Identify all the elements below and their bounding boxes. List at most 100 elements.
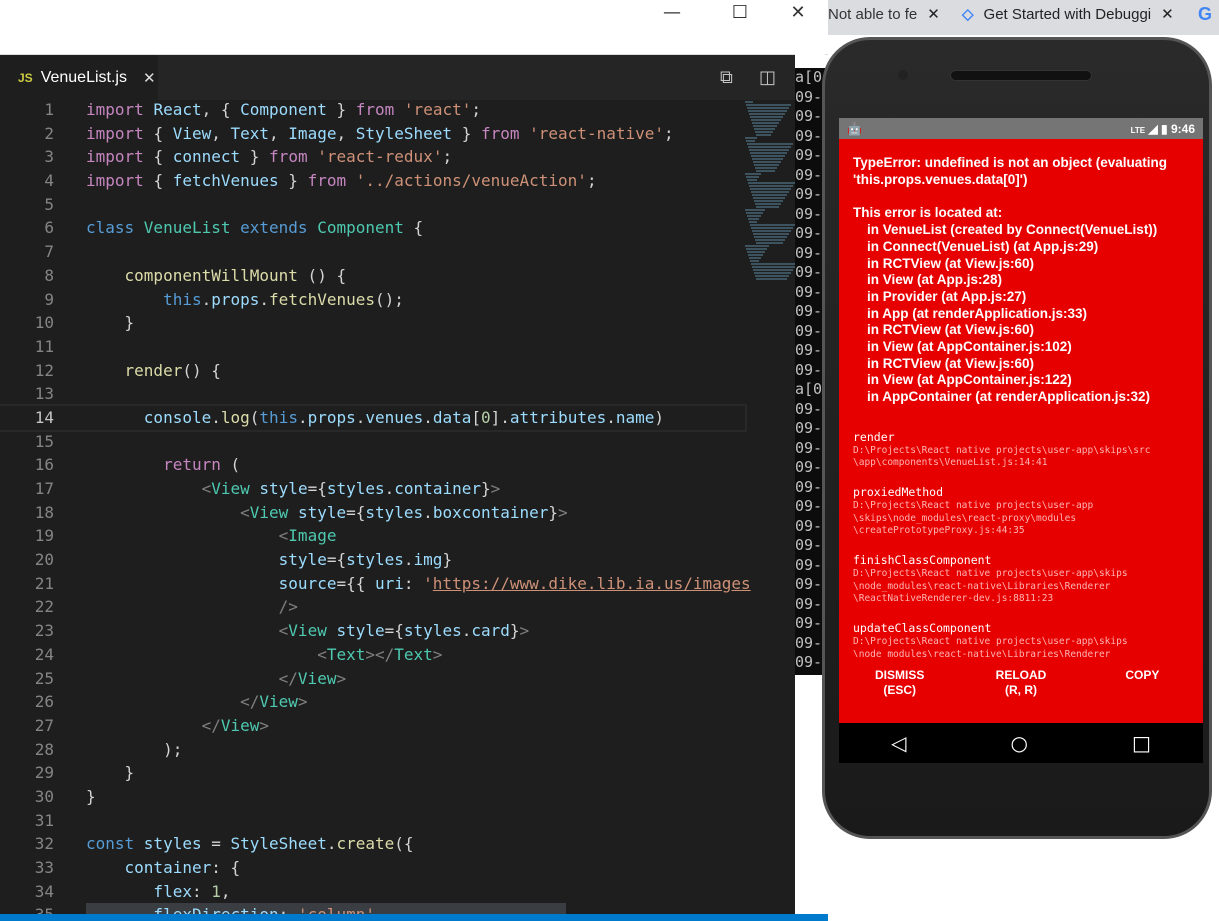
line-number: 12 — [34, 360, 54, 380]
code-token: ; — [471, 100, 481, 119]
code-token: </ — [86, 692, 260, 712]
code-line[interactable]: 24 <Text></Text> — [0, 643, 745, 667]
code-line[interactable]: 32 const styles = StyleSheet.create({ — [0, 832, 745, 856]
android-emulator: 🤖 LTE ◢ ▮ 9:46 TypeError: undefined is n… — [822, 37, 1212, 839]
code-line[interactable]: 17 <View style={styles.container}> — [0, 477, 745, 501]
code-line[interactable]: 30} — [0, 785, 745, 809]
code-line[interactable]: 18 <View style={styles.boxcontainer}> — [0, 501, 745, 525]
code-token: props — [307, 407, 356, 427]
code-line[interactable]: 1 import React, { Component } from 'react… — [0, 98, 745, 122]
code-line[interactable]: 28 ); — [0, 738, 745, 762]
android-status-bar: 🤖 LTE ◢ ▮ 9:46 — [839, 118, 1203, 139]
tab-venuelist[interactable]: JS VenueList.js ✕ — [0, 55, 158, 100]
code-token: View — [259, 692, 298, 712]
code-token: Component — [317, 218, 414, 238]
code-token: . — [403, 550, 414, 570]
minimap-line — [755, 239, 785, 241]
code-line[interactable]: 10 } — [0, 311, 745, 335]
code-line[interactable]: 16 return ( — [0, 453, 745, 477]
code-token: attributes — [509, 407, 607, 427]
code-line[interactable]: 6 class VenueList extends Component { — [0, 216, 745, 240]
stack-trace[interactable]: render D:\Projects\React native projects\… — [839, 430, 1203, 657]
reload-button[interactable]: RELOAD (R, R) — [960, 668, 1081, 698]
code-line[interactable]: 14 console.log(this.props.venues.data[0]… — [0, 403, 747, 432]
code-line[interactable]: 25 </View> — [0, 667, 745, 691]
maximize-button[interactable]: ☐ — [720, 2, 760, 23]
code-token: style — [336, 621, 385, 641]
code-area[interactable]: 1 import React, { Component } from 'react… — [0, 98, 751, 921]
line-number: 14 — [34, 407, 54, 427]
code-token: , — [269, 123, 289, 143]
minimap-line — [750, 188, 791, 190]
minimap-line — [748, 110, 787, 112]
code-token: } — [509, 621, 520, 641]
code-line[interactable]: 9 this.props.fetchVenues(); — [0, 288, 745, 312]
code-token: connect — [172, 147, 241, 167]
code-line[interactable]: 8 componentWillMount () { — [0, 264, 745, 288]
minimize-button[interactable]: — — [652, 2, 692, 23]
code-text: } — [86, 761, 135, 785]
code-line[interactable]: 19 <Image — [0, 524, 745, 548]
stack-frame[interactable]: updateClassComponent D:\Projects\React na… — [853, 621, 1189, 657]
code-line[interactable]: 22 /> — [0, 595, 745, 619]
code-token: ) — [654, 407, 665, 427]
recents-icon[interactable]: □ — [1132, 731, 1151, 755]
google-icon[interactable]: G — [1198, 0, 1212, 28]
code-token: source — [86, 573, 337, 593]
stack-frame[interactable]: render D:\Projects\React native projects\… — [853, 430, 1189, 470]
tab-close-icon[interactable]: ✕ — [1161, 5, 1174, 23]
code-line[interactable]: 4 import { fetchVenues } from '../actions… — [0, 169, 745, 193]
code-line[interactable]: 3 import { connect } from 'react-redux'; — [0, 145, 745, 169]
code-token: ({ — [394, 834, 414, 854]
code-token: from — [269, 147, 318, 167]
code-token: [ — [471, 407, 482, 427]
tab-close-icon[interactable]: ✕ — [927, 5, 940, 23]
minimap-line — [753, 269, 793, 271]
back-icon[interactable]: ◁ — [891, 731, 906, 755]
code-token: . — [461, 621, 472, 641]
open-changes-icon[interactable]: ⧉ — [720, 67, 733, 88]
minimap-line — [750, 260, 759, 262]
code-token: render — [86, 360, 183, 380]
code-line[interactable]: 7 — [0, 240, 745, 264]
code-line[interactable]: 15 — [0, 430, 745, 454]
code-token: React — [153, 100, 202, 119]
code-line[interactable]: 12 render() { — [0, 359, 745, 383]
console-line: 09- — [795, 224, 823, 242]
code-token: } — [240, 147, 270, 167]
code-line[interactable]: 20 style={styles.img} — [0, 548, 745, 572]
code-token: import — [86, 123, 154, 143]
code-text: componentWillMount () { — [86, 264, 347, 288]
tab-title: Not able to fe — [828, 5, 918, 23]
code-line[interactable]: 2 import { View, Text, Image, StyleSheet … — [0, 122, 745, 146]
code-line[interactable]: 21 source={{ uri: 'https://www.dike.lib.… — [0, 572, 751, 596]
code-token: import — [86, 100, 154, 119]
split-editor-icon[interactable]: ◫ — [759, 67, 776, 88]
code-token: console — [86, 407, 212, 427]
code-line[interactable]: 23 <View style={styles.card}> — [0, 619, 745, 643]
minimap-line — [745, 245, 769, 247]
tab-close-button[interactable]: ✕ — [143, 69, 156, 87]
code-line[interactable]: 33 container: { — [0, 856, 745, 880]
stack-frame[interactable]: finishClassComponent D:\Projects\React na… — [853, 553, 1189, 605]
code-line[interactable]: 27 </View> — [0, 714, 745, 738]
code-token: ' — [423, 573, 433, 593]
code-line[interactable]: 31 — [0, 809, 745, 833]
close-window-button[interactable]: ✕ — [778, 2, 818, 23]
code-text: ); — [86, 738, 182, 762]
code-line[interactable]: 5 — [0, 193, 745, 217]
code-line[interactable]: 11 — [0, 335, 745, 359]
dismiss-button[interactable]: DISMISS (ESC) — [839, 668, 960, 698]
code-line[interactable]: 29 } — [0, 761, 745, 785]
home-icon[interactable]: ○ — [1011, 731, 1028, 755]
code-line[interactable]: 34 flex: 1, — [0, 880, 745, 904]
minimap-line — [754, 164, 779, 166]
code-line[interactable]: 26 </View> — [0, 690, 745, 714]
copy-button[interactable]: COPY — [1082, 668, 1203, 698]
browser-tab[interactable]: Not able to fe ✕ — [828, 0, 940, 28]
code-token: 'react-redux' — [317, 147, 443, 167]
browser-tab[interactable]: ◇ Get Started with Debuggi ✕ — [962, 0, 1174, 28]
code-line[interactable]: 13 — [0, 382, 745, 406]
minimap[interactable] — [745, 100, 795, 290]
stack-frame[interactable]: proxiedMethod D:\Projects\React native pr… — [853, 485, 1189, 537]
